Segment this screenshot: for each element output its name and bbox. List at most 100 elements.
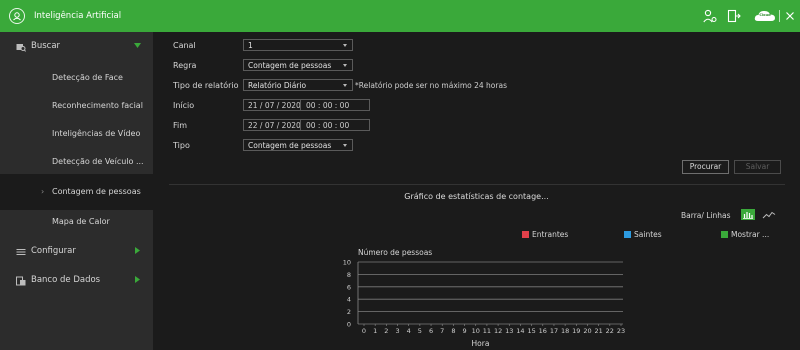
procurar-button[interactable]: Procurar <box>682 160 729 174</box>
canal-select[interactable]: 1 <box>243 39 353 51</box>
canal-label: Canal <box>173 41 196 50</box>
chevron-down-icon <box>343 84 347 87</box>
salvar-button[interactable]: Salvar <box>734 160 781 174</box>
tipo-relatorio-note: *Relatório pode ser no máximo 24 horas <box>355 81 507 90</box>
tipo-relatorio-select[interactable]: Relatório Diário <box>243 79 353 91</box>
search-folder-icon <box>16 42 26 52</box>
y-axis-label: Número de pessoas <box>358 248 432 257</box>
fim-label: Fim <box>173 121 188 130</box>
tipo-relatorio-value: Relatório Diário <box>248 81 307 90</box>
fim-time: 00 : 00 : 00 <box>306 121 350 130</box>
x-tick-label: 18 <box>561 327 569 335</box>
x-tick-label: 13 <box>505 327 513 335</box>
sidebar-group-buscar[interactable]: Buscar <box>0 32 153 61</box>
y-tick-label: 0 <box>347 321 351 329</box>
tipo-value: Contagem de pessoas <box>248 141 332 150</box>
app-title: Inteligência Artificial <box>34 11 122 21</box>
x-tick-label: 2 <box>384 327 388 335</box>
titlebar-divider <box>779 10 780 22</box>
sidebar-group-banco-de-dados[interactable]: Banco de Dados <box>0 266 153 295</box>
ai-face-icon <box>9 8 25 24</box>
sidebar-item-mapa-de-calor[interactable]: Mapa de Calor <box>0 204 153 240</box>
fim-datetime-field[interactable]: 22 / 07 / 2020 00 : 00 : 00 <box>243 119 370 131</box>
cloud-label: Cloud <box>759 13 771 17</box>
regra-value: Contagem de pessoas <box>248 61 332 70</box>
tipo-label: Tipo <box>173 141 190 150</box>
fim-date: 22 / 07 / 2020 <box>248 121 301 130</box>
x-tick-label: 4 <box>407 327 411 335</box>
y-tick-label: 10 <box>343 259 351 267</box>
sidebar-group-label: Buscar <box>31 41 61 51</box>
line-chart-icon <box>762 211 776 219</box>
x-axis-label: Hora <box>472 339 490 348</box>
y-tick-label: 2 <box>347 308 351 316</box>
sidebar-group-configurar[interactable]: Configurar <box>0 237 153 266</box>
sidebar-item-label: Inteligências de Vídeo <box>52 129 141 138</box>
list-icon <box>16 247 26 257</box>
regra-select[interactable]: Contagem de pessoas <box>243 59 353 71</box>
field-divider <box>300 120 301 130</box>
cloud-icon[interactable]: Cloud <box>754 9 776 23</box>
bar-chart-icon <box>743 212 753 219</box>
sidebar-item-label: Detecção de Face <box>52 73 123 82</box>
x-tick-label: 8 <box>451 327 455 335</box>
user-settings-icon[interactable] <box>703 9 717 23</box>
database-icon <box>16 276 26 286</box>
y-tick-label: 6 <box>347 283 351 291</box>
x-tick-label: 19 <box>572 327 580 335</box>
legend-swatch-mostrar <box>721 231 728 238</box>
x-tick-label: 12 <box>494 327 502 335</box>
x-tick-label: 0 <box>362 327 366 335</box>
x-tick-label: 15 <box>527 327 535 335</box>
x-tick-label: 5 <box>418 327 422 335</box>
x-tick-label: 23 <box>617 327 625 335</box>
x-tick-label: 11 <box>483 327 491 335</box>
logout-icon[interactable] <box>727 9 741 23</box>
tipo-relatorio-label: Tipo de relatório <box>173 81 239 90</box>
canal-value: 1 <box>248 41 253 50</box>
sidebar: Buscar Detecção de Face Reconhecimento f… <box>0 32 153 350</box>
legend-label: Saintes <box>634 230 662 239</box>
barra-linhas-label: Barra/ Linhas <box>681 211 731 220</box>
x-tick-label: 16 <box>539 327 547 335</box>
line-chart-toggle[interactable] <box>762 210 776 221</box>
sidebar-item-label: Detecção de Veículo ... <box>52 157 144 166</box>
chevron-down-icon <box>134 42 141 51</box>
legend-swatch-entrantes <box>522 231 529 238</box>
chart-heading: Gráfico de estatísticas de contage... <box>404 192 549 201</box>
inicio-label: Início <box>173 101 195 110</box>
tipo-select[interactable]: Contagem de pessoas <box>243 139 353 151</box>
title-bar: Inteligência Artificial Cloud <box>0 0 800 32</box>
chevron-right-icon <box>134 247 141 256</box>
x-tick-label: 20 <box>583 327 591 335</box>
legend-swatch-saintes <box>624 231 631 238</box>
x-tick-label: 22 <box>606 327 614 335</box>
x-tick-label: 21 <box>595 327 603 335</box>
chevron-right-icon: › <box>41 187 45 196</box>
main-panel: Canal 1 Regra Contagem de pessoas Tipo d… <box>153 32 800 350</box>
legend-label: Mostrar ... <box>731 230 770 239</box>
x-tick-label: 10 <box>472 327 480 335</box>
regra-label: Regra <box>173 61 197 70</box>
chevron-down-icon <box>343 64 347 67</box>
field-divider <box>300 100 301 110</box>
x-tick-label: 1 <box>373 327 377 335</box>
x-tick-label: 9 <box>462 327 466 335</box>
sidebar-group-label: Banco de Dados <box>31 275 101 285</box>
sidebar-item-label: Reconhecimento facial <box>52 101 143 110</box>
chevron-down-icon <box>343 144 347 147</box>
legend-label: Entrantes <box>532 230 569 239</box>
x-tick-label: 14 <box>516 327 524 335</box>
inicio-datetime-field[interactable]: 21 / 07 / 2020 00 : 00 : 00 <box>243 99 370 111</box>
x-tick-label: 17 <box>550 327 558 335</box>
chevron-right-icon <box>134 276 141 285</box>
close-icon[interactable] <box>785 9 795 23</box>
x-tick-label: 7 <box>440 327 444 335</box>
y-tick-label: 4 <box>347 296 351 304</box>
inicio-time: 00 : 00 : 00 <box>306 101 350 110</box>
bar-chart-toggle[interactable] <box>741 209 755 220</box>
section-divider <box>169 184 785 185</box>
sidebar-group-label: Configurar <box>31 246 76 256</box>
chevron-down-icon <box>343 44 347 47</box>
x-tick-label: 6 <box>429 327 433 335</box>
